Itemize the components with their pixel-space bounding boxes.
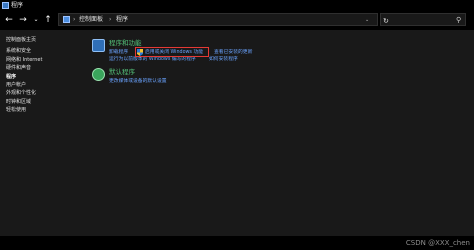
sidebar-item-user-accounts[interactable]: 用户帐户 xyxy=(6,81,76,89)
breadcrumb-control-panel[interactable]: 控制面板 xyxy=(79,15,103,25)
chevron-right-icon: › xyxy=(73,16,76,23)
change-media-defaults-link[interactable]: 更改媒体或设备的默认设置 xyxy=(109,78,167,85)
chevron-down-icon[interactable]: ⌄ xyxy=(31,14,41,26)
sidebar-item-appearance[interactable]: 外观和个性化 xyxy=(6,89,76,97)
window-title: 程序 xyxy=(11,2,24,9)
highlight-box xyxy=(135,47,209,57)
sidebar-item-programs[interactable]: 程序 xyxy=(6,73,76,81)
how-to-install-link[interactable]: 如何安装程序 xyxy=(209,56,238,63)
run-old-programs-link[interactable]: 运行为以前版本的 Windows 编写的程序 xyxy=(109,56,196,63)
search-icon[interactable]: ⚲ xyxy=(456,15,461,25)
arrow-up-icon[interactable]: ↑ xyxy=(43,14,53,26)
default-programs-section: 默认程序 更改媒体或设备的默认设置 xyxy=(92,68,332,88)
uninstall-program-link[interactable]: 卸载程序 xyxy=(109,49,128,56)
main-content: 控制面板主页 系统和安全 网络和 Internet 硬件和声音 程序 用户帐户 … xyxy=(0,30,474,236)
sidebar-item-home[interactable]: 控制面板主页 xyxy=(6,36,76,44)
search-box[interactable]: ↻ ⚲ xyxy=(380,13,466,26)
programs-features-icon xyxy=(92,39,105,52)
refresh-icon[interactable]: ↻ xyxy=(383,16,393,26)
footer: CSDN @XXX_chen xyxy=(0,236,474,250)
breadcrumb-programs[interactable]: 程序 xyxy=(116,15,128,25)
address-bar[interactable]: › 控制面板 › 程序 ⌄ xyxy=(58,13,378,26)
section-title-default-programs[interactable]: 默认程序 xyxy=(109,68,135,77)
sidebar-item-network[interactable]: 网络和 Internet xyxy=(6,56,76,64)
sidebar-item-hardware[interactable]: 硬件和声音 xyxy=(6,64,76,72)
arrow-left-icon[interactable]: ← xyxy=(4,14,14,26)
chevron-right-icon: › xyxy=(109,16,112,23)
sidebar-item-ease-of-access[interactable]: 轻松使用 xyxy=(6,106,76,114)
default-programs-icon xyxy=(92,68,105,81)
sidebar-item-clock-region[interactable]: 时钟和区域 xyxy=(6,98,76,106)
sidebar-item-system-security[interactable]: 系统和安全 xyxy=(6,47,76,55)
control-panel-icon xyxy=(2,2,9,9)
control-panel-small-icon xyxy=(63,16,70,23)
arrow-right-icon[interactable]: → xyxy=(18,14,28,26)
watermark: CSDN @XXX_chen xyxy=(405,239,470,247)
view-installed-updates-link[interactable]: 查看已安装的更新 xyxy=(214,49,252,56)
navigation-bar: ← → ⌄ ↑ › 控制面板 › 程序 ⌄ ↻ ⚲ xyxy=(0,12,474,28)
sidebar: 控制面板主页 系统和安全 网络和 Internet 硬件和声音 程序 用户帐户 … xyxy=(6,36,76,115)
title-bar: 程序 xyxy=(0,0,474,12)
programs-features-section: 程序和功能 卸载程序 启用或关闭 Windows 功能 查看已安装的更新 运行为… xyxy=(92,39,332,69)
chevron-down-icon[interactable]: ⌄ xyxy=(365,15,369,25)
